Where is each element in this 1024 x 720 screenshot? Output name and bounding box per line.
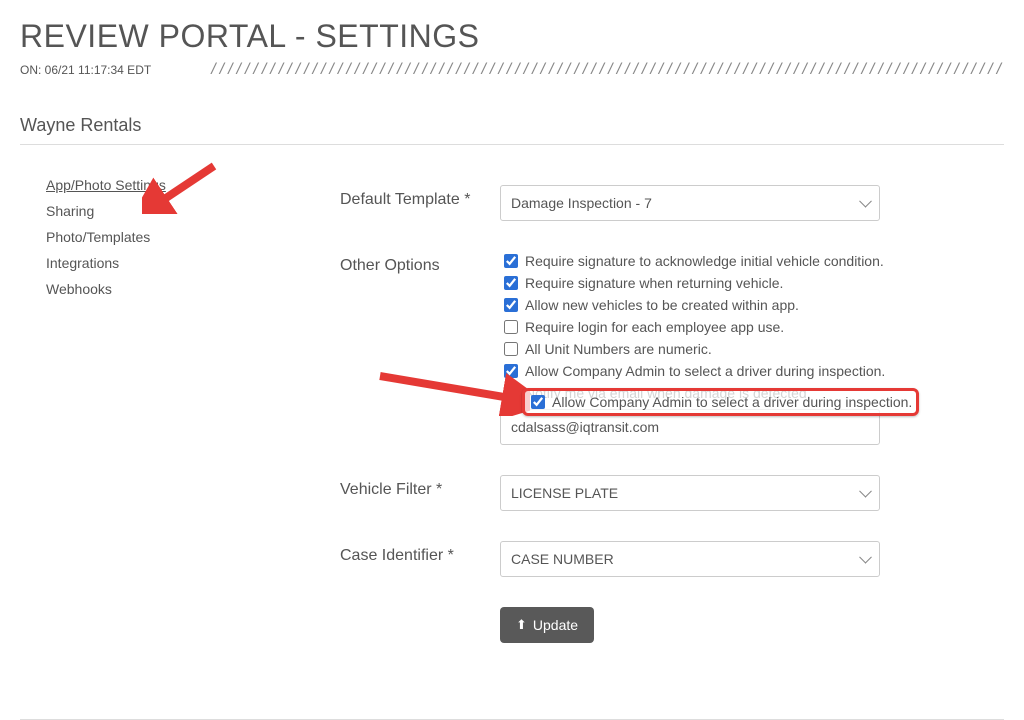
opt-require-login-each-use: Require login for each employee app use. (500, 317, 1004, 337)
settings-form: Default Template * Damage Inspection - 7… (340, 163, 1004, 673)
default-template-label: Default Template * (340, 185, 500, 209)
checkbox-allow-admin-select-driver[interactable] (504, 364, 518, 378)
opt-label: Require signature when returning vehicle… (525, 275, 783, 291)
checkbox-require-signature-initial[interactable] (504, 254, 518, 268)
opt-require-signature-initial: Require signature to acknowledge initial… (500, 251, 1004, 271)
default-template-select[interactable]: Damage Inspection - 7 (500, 185, 880, 221)
sidebar-item-webhooks[interactable]: Webhooks (46, 281, 112, 297)
checkbox-require-signature-return[interactable] (504, 276, 518, 290)
opt-allow-new-vehicles: Allow new vehicles to be created within … (500, 295, 1004, 315)
case-identifier-select[interactable]: CASE NUMBER (500, 541, 880, 577)
opt-label: Require login for each employee app use. (525, 319, 784, 335)
sidebar-item-photo-templates[interactable]: Photo/Templates (46, 229, 150, 245)
annotation-highlight-box: Allow Company Admin to select a driver d… (522, 388, 919, 416)
opt-label: Require signature to acknowledge initial… (525, 253, 884, 269)
checkbox-require-login-each-use[interactable] (504, 320, 518, 334)
checkbox-notify-email-damage[interactable] (504, 386, 518, 400)
update-button-label: Update (533, 617, 578, 633)
sidebar-item-app-photo-settings[interactable]: App/Photo Settings (46, 177, 166, 193)
sidebar: App/Photo Settings Sharing Photo/Templat… (20, 163, 340, 673)
stripe-decoration: ////////////////////////////////////////… (211, 61, 1004, 79)
upload-icon: ⬆ (516, 617, 527, 633)
sidebar-item-integrations[interactable]: Integrations (46, 255, 119, 271)
update-button[interactable]: ⬆ Update (500, 607, 594, 643)
checkbox-allow-new-vehicles[interactable] (504, 298, 518, 312)
opt-label: Allow Company Admin to select a driver d… (525, 363, 885, 379)
opt-label: Allow new vehicles to be created within … (525, 297, 799, 313)
other-options-label: Other Options (340, 251, 500, 275)
opt-require-signature-return: Require signature when returning vehicle… (500, 273, 1004, 293)
opt-allow-admin-select-driver-highlighted: Allow Company Admin to select a driver d… (527, 392, 912, 412)
case-identifier-label: Case Identifier * (340, 541, 500, 565)
vehicle-filter-select[interactable]: LICENSE PLATE (500, 475, 880, 511)
opt-unit-numbers-numeric: All Unit Numbers are numeric. (500, 339, 1004, 359)
sidebar-item-sharing[interactable]: Sharing (46, 203, 94, 219)
company-name: Wayne Rentals (20, 111, 1004, 145)
opt-label: Allow Company Admin to select a driver d… (552, 394, 912, 410)
opt-label: All Unit Numbers are numeric. (525, 341, 712, 357)
checkbox-allow-admin-select-driver-highlighted[interactable] (531, 395, 545, 409)
meta-row: ON: 06/21 11:17:34 EDT//////////////////… (20, 61, 1004, 81)
timestamp: ON: 06/21 11:17:34 EDT (20, 63, 211, 77)
page-title: REVIEW PORTAL - SETTINGS (20, 18, 1004, 55)
notify-email-input[interactable] (500, 409, 880, 445)
vehicle-filter-label: Vehicle Filter * (340, 475, 500, 499)
opt-allow-admin-select-driver: Allow Company Admin to select a driver d… (500, 361, 1004, 381)
checkbox-unit-numbers-numeric[interactable] (504, 342, 518, 356)
